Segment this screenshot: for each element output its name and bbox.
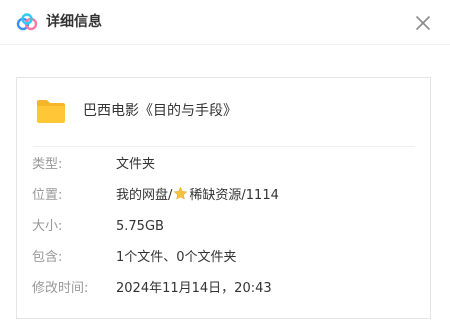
file-name: 巴西电影《目的与手段》 bbox=[83, 103, 237, 119]
close-icon[interactable] bbox=[412, 12, 434, 34]
size-label: 大小: bbox=[32, 219, 63, 234]
location-path-prefix: 我的网盘/ bbox=[116, 188, 173, 203]
detail-row-modified: 修改时间: 2024年11月14日，20:43 bbox=[32, 279, 412, 299]
location-path-suffix: 稀缺资源/1114 bbox=[189, 188, 279, 203]
details-card: 巴西电影《目的与手段》 类型: 文件夹 位置: 我的网盘/稀缺资源/1114 大… bbox=[16, 77, 431, 319]
location-label: 位置: bbox=[32, 188, 63, 203]
type-label: 类型: bbox=[32, 157, 63, 172]
star-icon bbox=[174, 186, 188, 200]
location-value: 我的网盘/稀缺资源/1114 bbox=[116, 186, 279, 206]
divider bbox=[33, 146, 415, 147]
contains-label: 包含: bbox=[32, 250, 63, 265]
detail-row-size: 大小: 5.75GB bbox=[32, 217, 412, 237]
dialog-header: 详细信息 bbox=[0, 0, 450, 45]
folder-icon bbox=[37, 100, 65, 123]
dialog-title: 详细信息 bbox=[46, 14, 102, 30]
type-value: 文件夹 bbox=[116, 157, 156, 172]
detail-row-type: 类型: 文件夹 bbox=[32, 155, 412, 175]
size-value: 5.75GB bbox=[116, 219, 164, 234]
contains-value: 1个文件、0个文件夹 bbox=[116, 250, 237, 265]
modified-label: 修改时间: bbox=[32, 281, 89, 296]
detail-row-contains: 包含: 1个文件、0个文件夹 bbox=[32, 248, 412, 268]
cloud-disk-logo-icon bbox=[16, 13, 38, 31]
details-dialog: 详细信息 巴西电影《目的与手段》 类型: 文件夹 位置: 我的网盘/稀缺资源/1… bbox=[0, 0, 450, 333]
modified-value: 2024年11月14日，20:43 bbox=[116, 281, 272, 296]
detail-row-location: 位置: 我的网盘/稀缺资源/1114 bbox=[32, 186, 412, 206]
